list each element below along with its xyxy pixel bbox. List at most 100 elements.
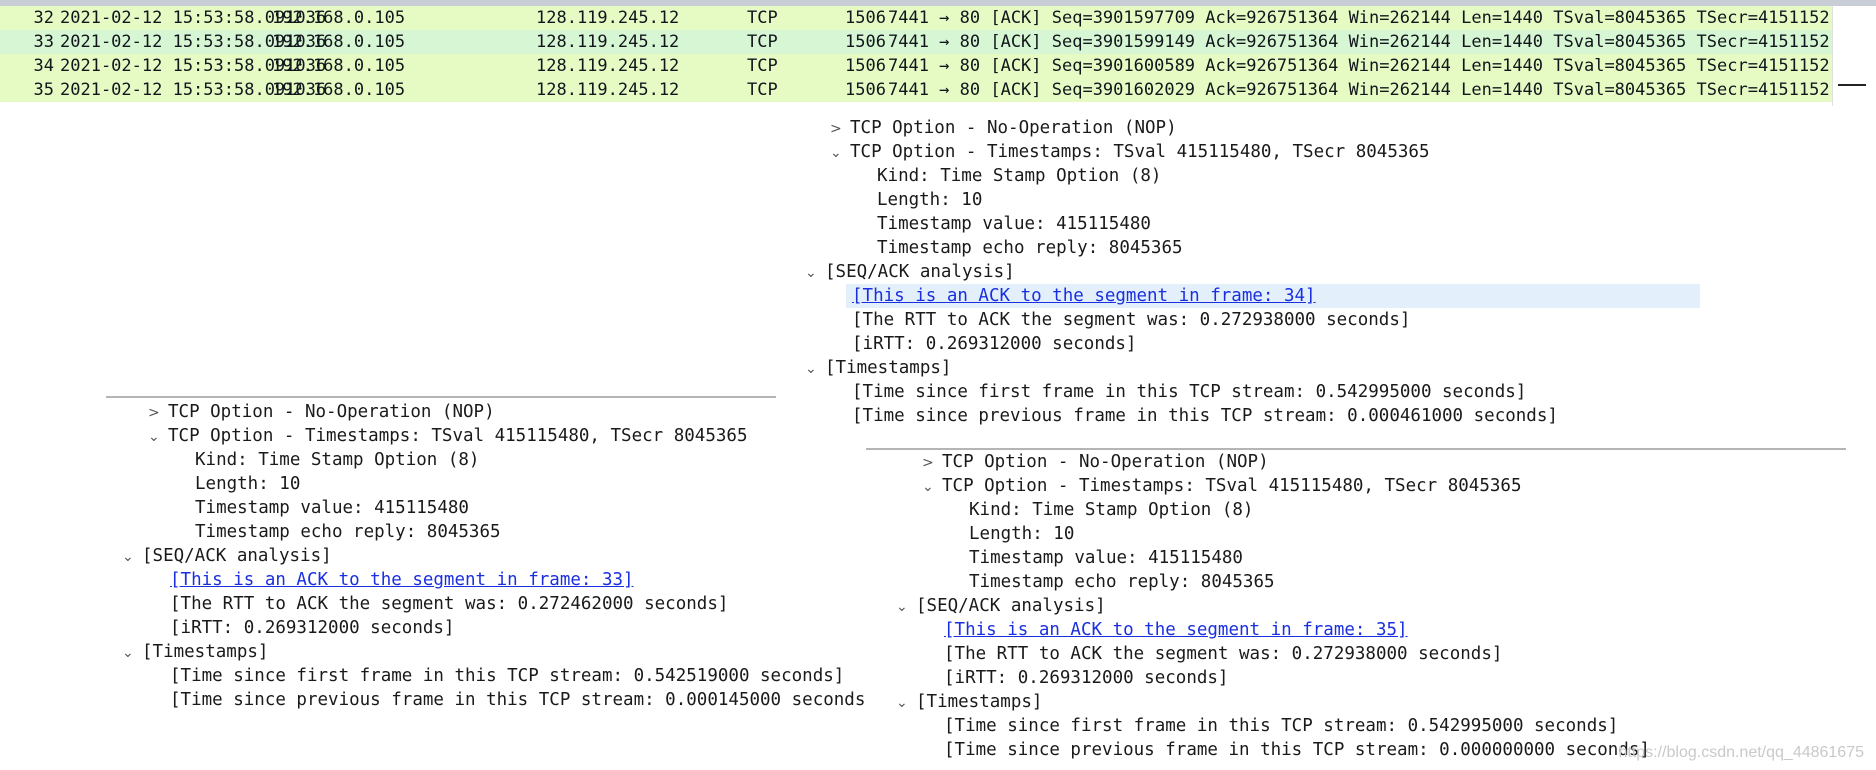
- frame-link[interactable]: [This is an ACK to the segment in frame:…: [170, 570, 634, 590]
- tree-item-timestamp-echo-reply[interactable]: Timestamp echo reply: 8045365: [969, 570, 1275, 594]
- packet-row[interactable]: 33 2021-02-12 15:53:58.091036 192.168.0.…: [0, 30, 1832, 54]
- tree-item-label: Length: 10: [969, 524, 1075, 544]
- packet-list: 32 2021-02-12 15:53:58.091036 192.168.0.…: [0, 0, 1876, 106]
- tree-item-timestamps-option[interactable]: ⌄ TCP Option - Timestamps: TSval 41511548…: [830, 140, 1429, 164]
- tree-item-timestamp-value[interactable]: Timestamp value: 415115480: [877, 212, 1151, 236]
- tree-item-kind[interactable]: Kind: Time Stamp Option (8): [195, 448, 479, 472]
- tree-item-seq-ack-analysis[interactable]: ⌄ [SEQ/ACK analysis]: [805, 260, 1015, 284]
- tree-item-timestamp-echo-reply[interactable]: Timestamp echo reply: 8045365: [195, 520, 501, 544]
- watermark-text: https://blog.csdn.net/qq_44861675: [1618, 744, 1864, 761]
- chevron-down-icon[interactable]: ⌄: [122, 545, 142, 569]
- chevron-down-icon[interactable]: ⌄: [922, 475, 942, 499]
- tree-item-label: [Time since first frame in this TCP stre…: [944, 716, 1619, 736]
- packet-details-panel-b: > TCP Option - No-Operation (NOP) ⌄ TCP Op…: [106, 396, 876, 716]
- packet-row[interactable]: 32 2021-02-12 15:53:58.091036 192.168.0.…: [0, 6, 1832, 30]
- tree-item-label: TCP Option - Timestamps: TSval 415115480…: [168, 426, 748, 446]
- tree-item-nop[interactable]: > TCP Option - No-Operation (NOP): [922, 450, 1269, 474]
- tree-item-label: [Time since previous frame in this TCP s…: [852, 406, 1558, 426]
- tree-item-label: Timestamp value: 415115480: [969, 548, 1243, 568]
- tree-item-label: TCP Option - Timestamps: TSval 415115480…: [850, 142, 1430, 162]
- tree-item-label: [Time since first frame in this TCP stre…: [852, 382, 1527, 402]
- chevron-right-icon[interactable]: >: [830, 117, 850, 141]
- packet-number: 35: [33, 80, 54, 100]
- tree-item-timestamps[interactable]: ⌄ [Timestamps]: [122, 640, 268, 664]
- chevron-down-icon[interactable]: ⌄: [122, 641, 142, 665]
- tree-item-time-since-first[interactable]: [Time since first frame in this TCP stre…: [944, 714, 1618, 738]
- tree-item-timestamp-echo-reply[interactable]: Timestamp echo reply: 8045365: [877, 236, 1183, 260]
- tree-item-label: TCP Option - No-Operation (NOP): [850, 118, 1177, 138]
- packet-protocol: TCP: [747, 32, 778, 52]
- tree-item-time-since-previous[interactable]: [Time since previous frame in this TCP s…: [944, 738, 1650, 762]
- tree-item-label: [Time since previous frame in this TCP s…: [170, 690, 876, 710]
- chevron-down-icon[interactable]: ⌄: [805, 261, 825, 285]
- frame-link[interactable]: [This is an ACK to the segment in frame:…: [852, 286, 1316, 306]
- tree-item-rtt[interactable]: [The RTT to ACK the segment was: 0.27246…: [170, 592, 728, 616]
- packet-destination: 128.119.245.12: [536, 56, 680, 76]
- tree-item-rtt[interactable]: [The RTT to ACK the segment was: 0.27293…: [852, 308, 1410, 332]
- packet-details-panel-a: > TCP Option - No-Operation (NOP) ⌄ TCP Op…: [800, 110, 1876, 430]
- tree-item-timestamp-value[interactable]: Timestamp value: 415115480: [969, 546, 1243, 570]
- tree-item-label: [iRTT: 0.269312000 seconds]: [852, 334, 1137, 354]
- tree-item-timestamps[interactable]: ⌄ [Timestamps]: [896, 690, 1042, 714]
- chevron-down-icon[interactable]: ⌄: [896, 595, 916, 619]
- packet-number: 32: [33, 8, 54, 28]
- tree-item-nop[interactable]: > TCP Option - No-Operation (NOP): [148, 400, 495, 424]
- tree-item-kind[interactable]: Kind: Time Stamp Option (8): [877, 164, 1161, 188]
- tree-item-nop[interactable]: > TCP Option - No-Operation (NOP): [830, 116, 1177, 140]
- packet-info: 7441 → 80 [ACK] Seq=3901600589 Ack=92675…: [888, 56, 1830, 76]
- panel-separator: [106, 396, 776, 398]
- tree-item-timestamps-option[interactable]: ⌄ TCP Option - Timestamps: TSval 41511548…: [922, 474, 1521, 498]
- chevron-down-icon[interactable]: ⌄: [830, 141, 850, 165]
- packet-number: 33: [33, 32, 54, 52]
- tree-item-label: Length: 10: [195, 474, 301, 494]
- packet-list-scrollbar[interactable]: [1832, 6, 1876, 106]
- tree-item-label: [SEQ/ACK analysis]: [916, 596, 1106, 616]
- chevron-down-icon[interactable]: ⌄: [148, 425, 168, 449]
- tree-item-rtt[interactable]: [The RTT to ACK the segment was: 0.27293…: [944, 642, 1502, 666]
- tree-item-length[interactable]: Length: 10: [877, 188, 982, 212]
- tree-item-label: [The RTT to ACK the segment was: 0.27293…: [852, 310, 1411, 330]
- tree-item-timestamps[interactable]: ⌄ [Timestamps]: [805, 356, 951, 380]
- tree-item-label: [Time since previous frame in this TCP s…: [944, 740, 1650, 760]
- chevron-right-icon[interactable]: >: [148, 401, 168, 425]
- packet-details-panel-c: > TCP Option - No-Operation (NOP) ⌄ TCP Op…: [866, 448, 1876, 770]
- packet-row[interactable]: 34 2021-02-12 15:53:58.091036 192.168.0.…: [0, 54, 1832, 78]
- tree-item-time-since-previous[interactable]: [Time since previous frame in this TCP s…: [170, 688, 876, 712]
- packet-length: 1506: [845, 8, 886, 28]
- tree-item-irtt[interactable]: [iRTT: 0.269312000 seconds]: [852, 332, 1136, 356]
- packet-source: 192.168.0.105: [272, 56, 406, 76]
- frame-link[interactable]: [This is an ACK to the segment in frame:…: [944, 620, 1408, 640]
- tree-item-irtt[interactable]: [iRTT: 0.269312000 seconds]: [944, 666, 1228, 690]
- tree-item-seq-ack-analysis[interactable]: ⌄ [SEQ/ACK analysis]: [122, 544, 332, 568]
- tree-item-ack-frame-link[interactable]: [This is an ACK to the segment in frame:…: [170, 568, 634, 592]
- tree-item-label: TCP Option - No-Operation (NOP): [942, 452, 1269, 472]
- tree-item-label: [The RTT to ACK the segment was: 0.27246…: [170, 594, 729, 614]
- chevron-right-icon[interactable]: >: [922, 451, 942, 475]
- tree-item-label: [Timestamps]: [142, 642, 269, 662]
- tree-item-label: Timestamp value: 415115480: [195, 498, 469, 518]
- tree-item-time-since-previous[interactable]: [Time since previous frame in this TCP s…: [852, 404, 1558, 428]
- tree-item-kind[interactable]: Kind: Time Stamp Option (8): [969, 498, 1253, 522]
- tree-item-label: Timestamp value: 415115480: [877, 214, 1151, 234]
- tree-item-time-since-first[interactable]: [Time since first frame in this TCP stre…: [852, 380, 1526, 404]
- tree-item-length[interactable]: Length: 10: [969, 522, 1074, 546]
- tree-item-label: [SEQ/ACK analysis]: [142, 546, 332, 566]
- tree-item-label: [SEQ/ACK analysis]: [825, 262, 1015, 282]
- packet-protocol: TCP: [747, 8, 778, 28]
- tree-item-length[interactable]: Length: 10: [195, 472, 300, 496]
- chevron-down-icon[interactable]: ⌄: [805, 357, 825, 381]
- tree-item-label: [Time since first frame in this TCP stre…: [170, 666, 845, 686]
- packet-destination: 128.119.245.12: [536, 8, 680, 28]
- tree-item-ack-frame-link[interactable]: [This is an ACK to the segment in frame:…: [944, 618, 1408, 642]
- tree-item-irtt[interactable]: [iRTT: 0.269312000 seconds]: [170, 616, 454, 640]
- tree-item-label: [Timestamps]: [916, 692, 1043, 712]
- chevron-down-icon[interactable]: ⌄: [896, 691, 916, 715]
- tree-item-timestamps-option[interactable]: ⌄ TCP Option - Timestamps: TSval 41511548…: [148, 424, 747, 448]
- tree-item-timestamp-value[interactable]: Timestamp value: 415115480: [195, 496, 469, 520]
- tree-item-seq-ack-analysis[interactable]: ⌄ [SEQ/ACK analysis]: [896, 594, 1106, 618]
- tree-item-time-since-first[interactable]: [Time since first frame in this TCP stre…: [170, 664, 844, 688]
- packet-row[interactable]: 35 2021-02-12 15:53:58.091036 192.168.0.…: [0, 78, 1832, 102]
- packet-source: 192.168.0.105: [272, 8, 406, 28]
- tree-item-label: Kind: Time Stamp Option (8): [877, 166, 1162, 186]
- tree-item-ack-frame-link[interactable]: [This is an ACK to the segment in frame:…: [852, 284, 1316, 308]
